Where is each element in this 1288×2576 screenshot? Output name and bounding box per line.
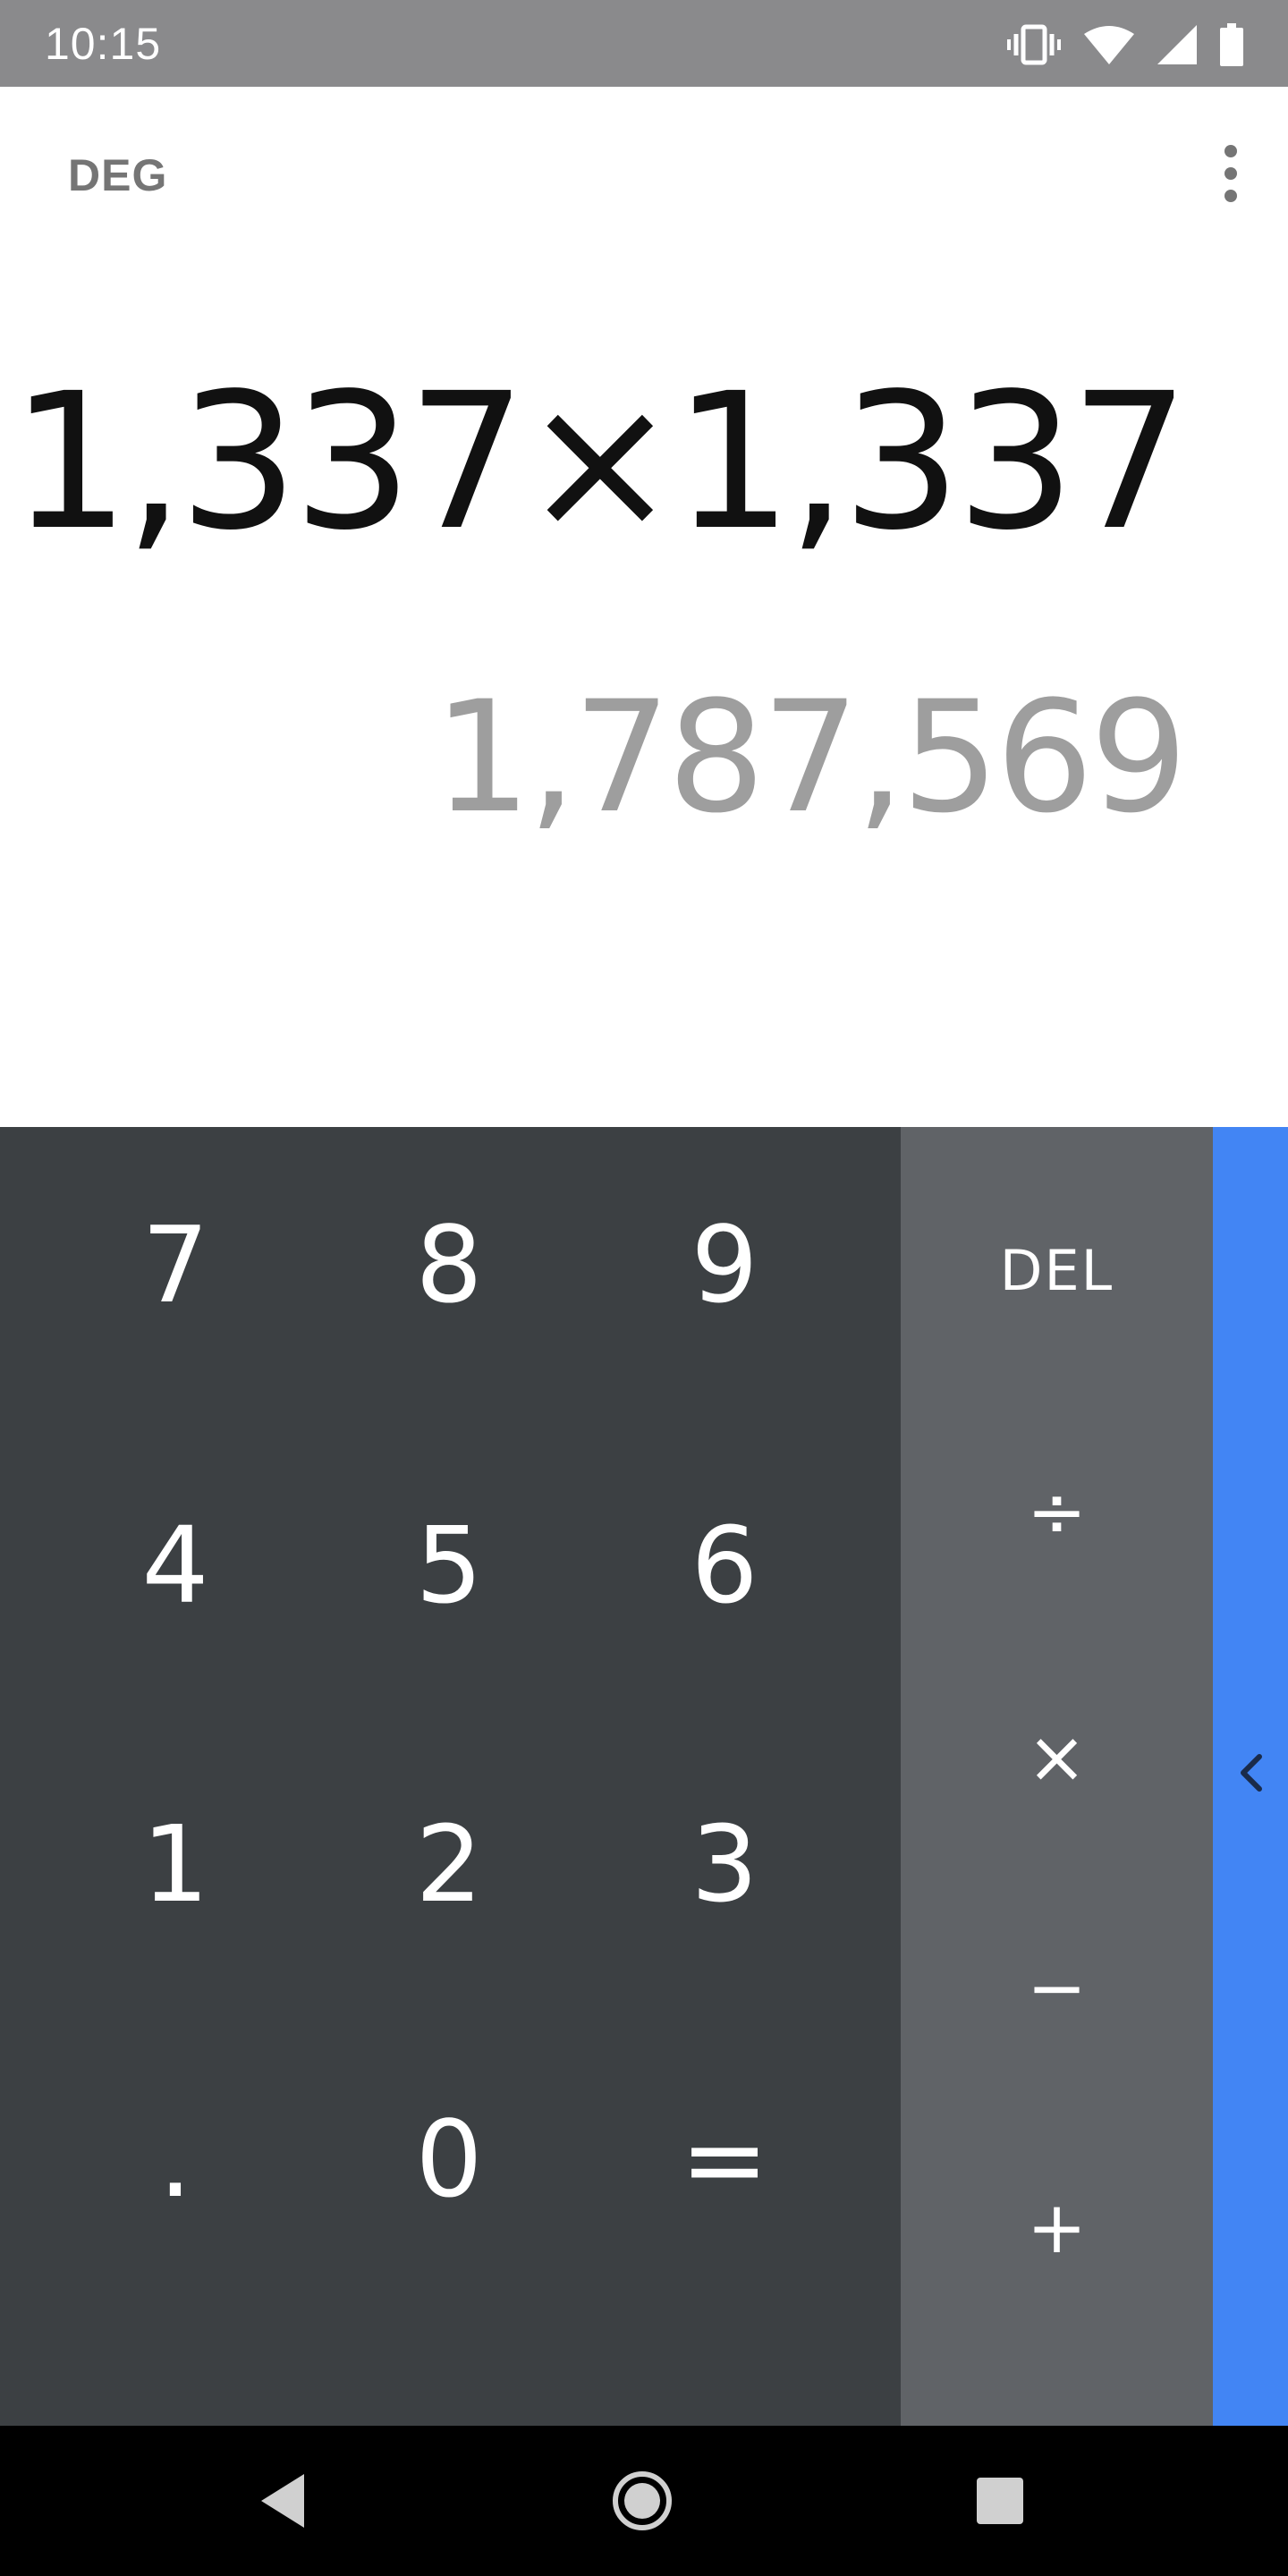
vibrate-icon <box>1007 23 1061 66</box>
expression-display[interactable]: 1,337×1,337 <box>11 355 1190 570</box>
key-equals[interactable]: = <box>590 2025 859 2293</box>
key-8[interactable]: 8 <box>315 1131 583 1399</box>
key-divide[interactable]: ÷ <box>901 1422 1213 1601</box>
key-delete[interactable]: DEL <box>901 1181 1213 1360</box>
key-0[interactable]: 0 <box>315 2025 583 2293</box>
key-subtract[interactable]: − <box>901 1898 1213 2077</box>
key-2[interactable]: 2 <box>315 1730 583 1998</box>
status-time: 10:15 <box>45 19 162 69</box>
result-display[interactable]: 1,787,569 <box>434 668 1188 847</box>
calculator-screen: 10:15 DEG 1,337×1,337 1,787,569 7 8 9 4 … <box>0 0 1288 2576</box>
calculator-display: DEG 1,337×1,337 1,787,569 <box>0 87 1288 1127</box>
angle-mode-label[interactable]: DEG <box>68 149 167 201</box>
navigation-bar <box>0 2426 1288 2576</box>
back-icon[interactable] <box>249 2465 320 2537</box>
key-6[interactable]: 6 <box>590 1431 859 1699</box>
operator-pad: DEL ÷ × − + <box>901 1127 1213 2426</box>
recents-icon[interactable] <box>964 2465 1036 2537</box>
status-icons <box>1007 20 1243 70</box>
key-add[interactable]: + <box>901 2138 1213 2317</box>
key-1[interactable]: 1 <box>41 1730 309 1998</box>
key-7[interactable]: 7 <box>41 1131 309 1399</box>
wifi-icon <box>1084 25 1134 64</box>
overflow-menu-icon[interactable] <box>1213 142 1249 205</box>
chevron-left-icon <box>1231 1746 1270 1800</box>
cell-signal-icon <box>1157 25 1197 64</box>
key-4[interactable]: 4 <box>41 1431 309 1699</box>
keypad: 7 8 9 4 5 6 1 2 3 . 0 = DEL ÷ × − + <box>0 1127 1288 2426</box>
key-multiply[interactable]: × <box>901 1667 1213 1846</box>
key-9[interactable]: 9 <box>590 1131 859 1399</box>
key-5[interactable]: 5 <box>315 1431 583 1699</box>
number-pad: 7 8 9 4 5 6 1 2 3 . 0 = <box>0 1127 901 2426</box>
home-icon[interactable] <box>606 2465 678 2537</box>
status-bar: 10:15 <box>0 0 1288 87</box>
battery-icon <box>1220 23 1243 66</box>
advanced-panel-handle[interactable] <box>1213 1127 1288 2426</box>
key-decimal[interactable]: . <box>41 2025 309 2293</box>
key-3[interactable]: 3 <box>590 1730 859 1998</box>
